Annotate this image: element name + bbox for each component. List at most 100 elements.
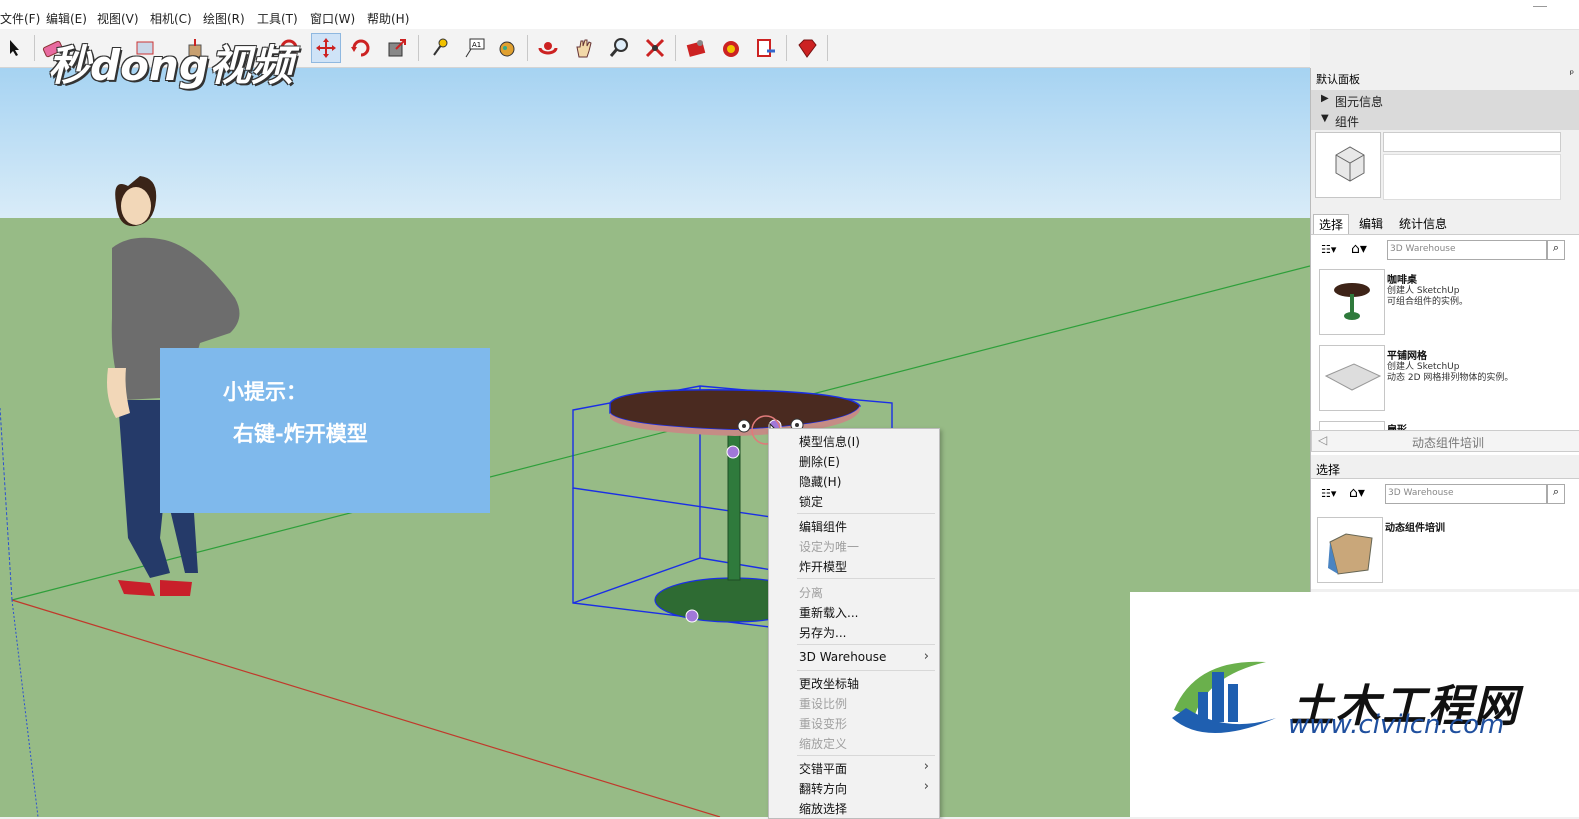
warehouse-get-icon[interactable] [681, 33, 711, 63]
section-entity-info[interactable]: ▶ 图元信息 [1311, 90, 1579, 110]
ctx-separator [797, 755, 935, 756]
toolbar-separator [527, 35, 528, 61]
menu-tools[interactable]: 工具(T) [257, 10, 298, 27]
tip-overlay: 小提示： 右键-炸开模型 [160, 348, 490, 513]
select-arrow-icon[interactable] [0, 33, 30, 63]
components-list: ☷▾ ⌂▾ 3D Warehouse ⌕ 咖啡桌 创建人 SketchUp 可组… [1311, 234, 1579, 455]
search-icon[interactable]: ⌕ [1547, 240, 1565, 260]
zoom-extents-icon[interactable] [640, 33, 670, 63]
expand-arrow-icon: ▶ [1321, 93, 1329, 104]
ctx-delete[interactable]: 删除(E) [799, 453, 840, 470]
menu-help[interactable]: 帮助(H) [367, 10, 409, 27]
warehouse-share-icon[interactable] [716, 33, 746, 63]
pin-icon[interactable]: ᵖ [1570, 69, 1574, 80]
menu-camera[interactable]: 相机(C) [150, 10, 192, 27]
civilcn-url: www.civilcn.com [1288, 710, 1505, 740]
toolbar-separator [675, 35, 676, 61]
folder-name[interactable]: 动态组件培训 [1385, 519, 1445, 534]
tip-title: 小提示： [223, 380, 307, 404]
ctx-make-unique: 设定为唯一 [799, 540, 860, 554]
menu-edit[interactable]: 编辑(E) [46, 10, 87, 27]
search-input[interactable]: 3D Warehouse [1387, 240, 1547, 260]
model-viewport[interactable]: 小提示： 右键-炸开模型 [0, 68, 1310, 817]
component-preview [1315, 132, 1381, 198]
context-menu: 模型信息(I) 删除(E) 隐藏(H) 锁定 编辑组件 设定为唯一 炸开模型 分… [768, 428, 940, 819]
tab-select[interactable]: 选择 [1313, 214, 1350, 235]
menu-bar: 文件(F) 编辑(E) 视图(V) 相机(C) 绘图(R) 工具(T) 窗口(W… [0, 0, 1579, 30]
text-tool-icon[interactable]: A1 [460, 33, 490, 63]
menu-file[interactable]: 文件(F) [0, 10, 40, 27]
paint-bucket-icon[interactable] [492, 33, 522, 63]
minimize-icon[interactable] [1533, 0, 1547, 7]
scale-icon[interactable] [382, 33, 412, 63]
section-components[interactable]: ▼ 组件 [1311, 110, 1579, 130]
extensions-ruby-icon[interactable] [792, 33, 822, 63]
ctx-change-axes[interactable]: 更改坐标轴 [799, 675, 859, 692]
pan-icon[interactable] [569, 33, 599, 63]
ctx-lock[interactable]: 锁定 [799, 493, 823, 510]
view-options-icon[interactable]: ☷▾ [1321, 487, 1336, 500]
toolbar-separator [418, 35, 419, 61]
submenu-arrow-icon: › [923, 779, 929, 794]
ctx-reset-scale: 重设比例 [799, 697, 848, 711]
folder-thumb[interactable] [1317, 517, 1383, 583]
ctx-hide[interactable]: 隐藏(H) [799, 473, 841, 490]
component-thumb-coffee-table[interactable] [1319, 269, 1385, 335]
ctx-unglue: 分离 [799, 586, 824, 600]
section-components-label: 组件 [1335, 115, 1360, 129]
components-icon[interactable] [751, 33, 781, 63]
lower-section-title: 选择 [1316, 463, 1341, 477]
collection-bar: ◁ 动态组件培训 [1311, 430, 1579, 452]
component-name-field[interactable] [1383, 132, 1561, 152]
civilcn-watermark: 土木工程网 www.civilcn.com [1130, 592, 1579, 817]
miaodong-watermark: 秒dong视频 [48, 41, 293, 90]
submenu-arrow-icon: › [923, 649, 929, 664]
ctx-intersect-faces[interactable]: 交错平面 [799, 760, 847, 777]
ctx-save-as[interactable]: 另存为... [799, 624, 846, 641]
ctx-separator [797, 513, 935, 514]
ctx-reload[interactable]: 重新载入... [799, 604, 858, 621]
toolbar-separator [34, 35, 35, 61]
ctx-zoom-selection[interactable]: 缩放选择 [799, 800, 847, 817]
component-thumb-tile-grid[interactable] [1319, 345, 1385, 411]
home-icon[interactable]: ⌂▾ [1349, 485, 1365, 501]
submenu-arrow-icon: › [923, 759, 929, 774]
section-entity-info-label: 图元信息 [1335, 95, 1384, 109]
cube-icon [1335, 146, 1365, 182]
panel-title: 默认面板 [1316, 73, 1360, 86]
ctx-edit-component[interactable]: 编辑组件 [799, 518, 847, 535]
menu-window[interactable]: 窗口(W) [310, 10, 355, 27]
ctx-3d-warehouse[interactable]: 3D Warehouse [799, 650, 886, 664]
rotate-icon[interactable] [346, 33, 376, 63]
tab-edit[interactable]: 编辑 [1354, 214, 1388, 234]
ctx-separator [797, 578, 935, 579]
svg-text:A1: A1 [472, 41, 481, 49]
search-input[interactable]: 3D Warehouse [1385, 484, 1547, 504]
ctx-separator [797, 644, 935, 645]
component-description-field[interactable] [1383, 154, 1561, 200]
ctx-reset-skew: 重设变形 [799, 717, 848, 731]
move-icon[interactable] [311, 33, 341, 63]
secondary-browser: ☷▾ ⌂▾ 3D Warehouse ⌕ 动态组件培训 [1311, 478, 1579, 589]
tab-statistics[interactable]: 统计信息 [1394, 214, 1452, 234]
blue-axis [0, 407, 13, 601]
menu-draw[interactable]: 绘图(R) [203, 10, 245, 27]
home-icon[interactable]: ⌂▾ [1351, 241, 1367, 257]
collection-label: 动态组件培训 [1412, 436, 1485, 450]
orbit-icon[interactable] [533, 33, 563, 63]
search-icon[interactable]: ⌕ [1547, 484, 1565, 504]
folder-icon [1328, 533, 1373, 575]
component-desc: 动态 2D 网格排列物体的实例。 [1387, 373, 1514, 383]
zoom-icon[interactable] [604, 33, 634, 63]
collapse-arrow-icon: ▼ [1321, 113, 1329, 124]
ctx-explode[interactable]: 炸开模型 [799, 558, 847, 575]
tape-measure-icon[interactable] [424, 33, 454, 63]
toolbar-separator [786, 35, 787, 61]
civilcn-logo-icon [1172, 661, 1276, 733]
ctx-entity-info[interactable]: 模型信息(I) [799, 433, 860, 450]
red-axis [11, 599, 721, 817]
back-arrow-icon[interactable]: ◁ [1318, 433, 1327, 447]
ctx-flip-along[interactable]: 翻转方向 [799, 780, 847, 797]
menu-view[interactable]: 视图(V) [97, 10, 139, 27]
view-options-icon[interactable]: ☷▾ [1321, 243, 1336, 256]
